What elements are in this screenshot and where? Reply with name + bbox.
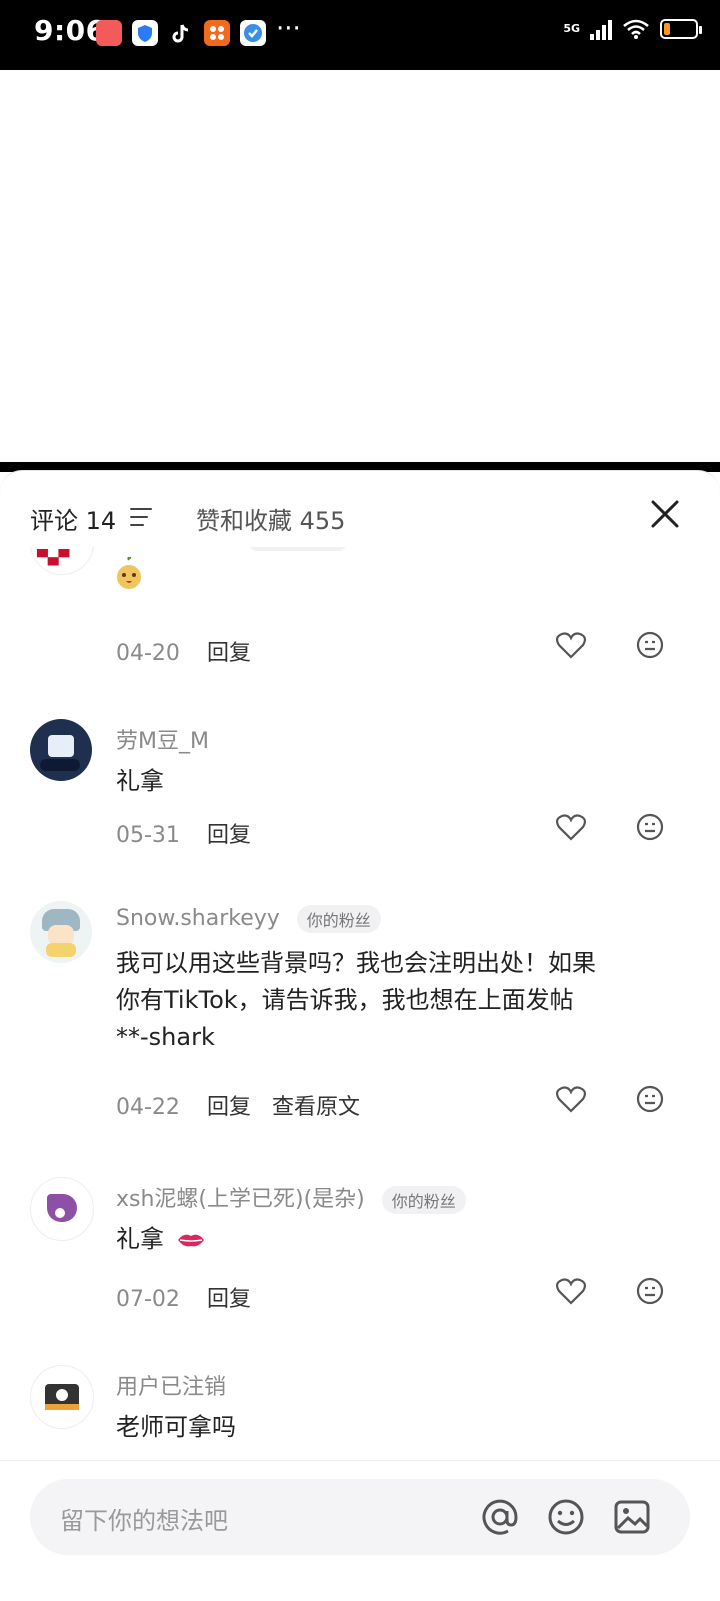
comment-text: 礼拿 <box>116 767 164 795</box>
reply-button[interactable]: 回复 <box>207 823 251 848</box>
tab-likes-collections[interactable]: 赞和收藏 455 <box>196 501 345 536</box>
tab-comments[interactable]: 评论 14 <box>30 501 116 536</box>
username[interactable]: Snow.sharkeyy 你的粉丝 <box>116 905 381 933</box>
heart-icon[interactable] <box>556 1085 586 1113</box>
avatar[interactable] <box>30 901 92 963</box>
view-original-button[interactable]: 查看原文 <box>272 1095 360 1120</box>
heart-icon[interactable] <box>556 631 586 659</box>
comment-text: 我可以用这些背景吗？我也会注明出处！如果 你有TikTok，请告诉我，我也想在上… <box>116 945 676 1056</box>
mention-icon[interactable] <box>480 1497 520 1537</box>
shield-app-icon <box>132 20 158 46</box>
comment-text-line: 你有TikTok，请告诉我，我也想在上面发帖 <box>116 986 574 1014</box>
more-notifications-icon: ··· <box>276 14 301 44</box>
username[interactable]: 用户已注销 <box>116 1369 226 1401</box>
comment-text-line: **-shark <box>116 1023 215 1051</box>
status-bar: 9:06 ··· 5G <box>0 0 720 70</box>
comment-date: 07-02 <box>116 1287 180 1312</box>
check-app-icon <box>240 20 266 46</box>
emoji-icon[interactable] <box>546 1497 586 1537</box>
app-grid-icon <box>204 20 230 46</box>
pear-emoji-icon <box>117 557 141 589</box>
username-text: Snow.sharkeyy <box>116 906 280 931</box>
username[interactable]: 劳M豆_M <box>116 723 209 755</box>
comment-text: 老师可拿吗 <box>116 1413 236 1441</box>
signal-icon <box>590 18 612 40</box>
system-status: 5G <box>563 18 702 40</box>
lips-emoji-icon <box>177 1234 204 1247</box>
fan-badge: 你的粉丝 <box>296 905 381 933</box>
comments-sheet: 评论 14 赞和收藏 455 ▀▄▀ 04-20 回复 劳M豆_M 礼拿 05-… <box>0 470 720 1601</box>
avatar[interactable] <box>30 1365 94 1429</box>
comment-list[interactable]: ▀▄▀ 04-20 回复 劳M豆_M 礼拿 05-31 回复 Snow.shar… <box>0 547 720 1461</box>
dislike-face-icon[interactable] <box>636 1277 664 1305</box>
dislike-face-icon[interactable] <box>636 813 664 841</box>
username-text: xsh泥螺(上学已死)(是杂) <box>116 1187 365 1212</box>
comment-date: 05-31 <box>116 823 180 848</box>
comment-meta: 04-22 回复 查看原文 <box>116 1089 360 1121</box>
comment-input-bar: 留下你的想法吧 <box>0 1460 720 1601</box>
deleted-user-avatar-icon <box>45 1384 79 1410</box>
username[interactable]: xsh泥螺(上学已死)(是杂) 你的粉丝 <box>116 1181 466 1214</box>
reply-button[interactable]: 回复 <box>207 1287 251 1312</box>
comment-text: 礼拿 <box>116 1221 676 1258</box>
username-placeholder <box>250 547 346 551</box>
heart-icon[interactable] <box>556 813 586 841</box>
comment-text-line: 我可以用这些背景吗？我也会注明出处！如果 <box>116 949 596 977</box>
comment-meta: 07-02 回复 <box>116 1281 251 1313</box>
comment-meta: 05-31 回复 <box>116 817 251 849</box>
reply-button[interactable]: 回复 <box>207 1095 251 1120</box>
fan-badge: 你的粉丝 <box>381 1186 466 1214</box>
reply-button[interactable]: 回复 <box>207 641 251 666</box>
sort-filter-icon[interactable] <box>130 508 156 530</box>
dislike-face-icon[interactable] <box>636 1085 664 1113</box>
close-icon[interactable] <box>648 497 682 531</box>
dislike-face-icon[interactable] <box>636 631 664 659</box>
comment-input[interactable]: 留下你的想法吧 <box>30 1479 690 1555</box>
tiktok-app-icon <box>168 20 194 46</box>
comment-date: 04-22 <box>116 1095 180 1120</box>
avatar[interactable] <box>30 1177 94 1241</box>
wifi-icon <box>623 19 649 39</box>
avatar[interactable] <box>30 719 92 781</box>
avatar[interactable]: ▀▄▀ <box>30 547 94 575</box>
clock: 9:06 <box>34 14 106 47</box>
network-type: 5G <box>563 22 580 35</box>
comment-text-body: 礼拿 <box>116 1225 164 1253</box>
comment-meta: 04-20 回复 <box>116 635 251 667</box>
battery-icon <box>660 19 702 39</box>
content-area <box>0 70 720 466</box>
comment-date: 04-20 <box>116 641 180 666</box>
image-icon[interactable] <box>612 1497 652 1537</box>
heart-icon[interactable] <box>556 1277 586 1305</box>
shopping-app-icon <box>96 20 122 46</box>
input-placeholder: 留下你的想法吧 <box>60 1507 228 1535</box>
